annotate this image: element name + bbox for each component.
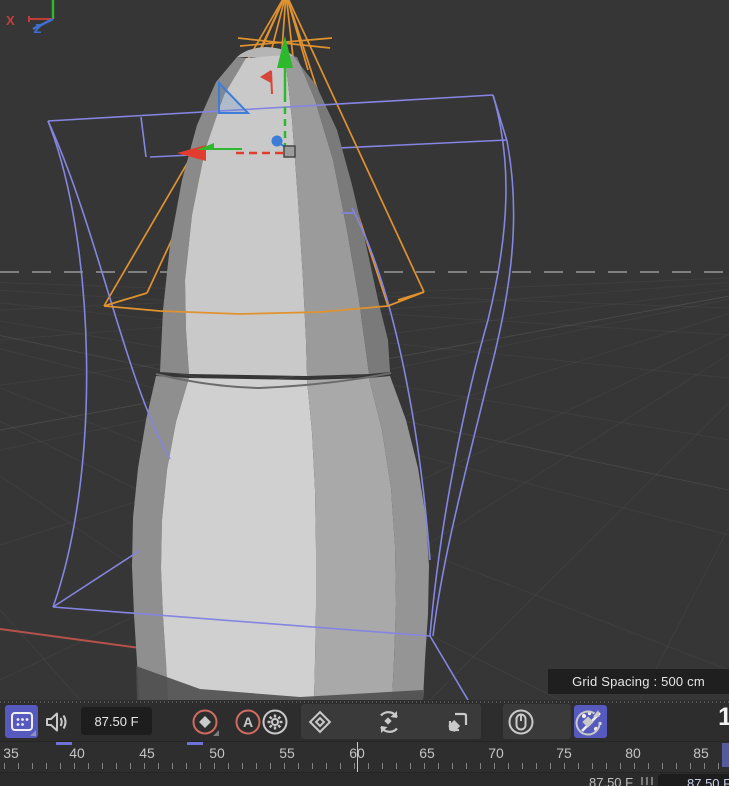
ruler-label: 40	[69, 745, 85, 761]
rotation-keyframe-button[interactable]	[372, 705, 405, 738]
autokey-letter: A	[242, 714, 252, 730]
keyframe-settings-button[interactable]	[258, 705, 291, 738]
viewport-canvas	[0, 0, 729, 700]
preview-end-value: 87.50 F	[687, 776, 729, 786]
autokey-mouse-icon	[508, 709, 533, 734]
grid-spacing-hud: Grid Spacing : 500 cm	[548, 669, 729, 694]
current-frame-value: 87.50 F	[94, 713, 139, 729]
rotation-keyframe-icon	[379, 710, 398, 733]
ruler-label: 85	[693, 745, 709, 761]
ruler-label: 75	[556, 745, 572, 761]
keyframe-preset-icon	[575, 709, 601, 735]
submenu-corner	[213, 730, 219, 736]
application-window: X Z Grid Spacing : 500 cm 87.50 F A 1 35…	[0, 0, 729, 786]
gizmo-origin-handle[interactable]	[283, 145, 296, 158]
3d-viewport[interactable]: X Z Grid Spacing : 500 cm	[0, 0, 729, 700]
timeline-playhead[interactable]	[357, 742, 358, 772]
timeline-ruler[interactable]: 35 40 45 50 55 60 65 70 75 80 85	[0, 741, 729, 772]
position-keyframe-icon	[308, 710, 331, 733]
world-axis-indicator: X Z	[6, 0, 55, 36]
ruler-label: 80	[625, 745, 641, 761]
animation-toolbar: 87.50 F A 1	[0, 700, 729, 741]
speaker-icon	[45, 712, 66, 731]
current-frame-field[interactable]: 87.50 F	[81, 707, 152, 735]
ruler-label: 45	[139, 745, 155, 761]
timeline-marker[interactable]	[187, 742, 203, 745]
axis-x-label: X	[6, 13, 15, 28]
axis-z-label: Z	[33, 21, 43, 36]
sound-button[interactable]	[40, 705, 73, 738]
preview-end-field[interactable]: 87.50 F	[658, 774, 729, 786]
ruler-label: 65	[419, 745, 435, 761]
ruler-label: 70	[488, 745, 504, 761]
submenu-corner	[30, 730, 36, 736]
ruler-label: 35	[3, 745, 19, 761]
ruler-label: 50	[209, 745, 225, 761]
record-keyframe-button[interactable]	[188, 705, 221, 738]
ruler-label: 55	[279, 745, 295, 761]
ruler-ticks	[4, 763, 729, 769]
x-axis-ground-line	[0, 628, 141, 649]
grid-spacing-label: Grid Spacing : 500 cm	[572, 674, 705, 689]
overflow-frame-digit: 1	[718, 703, 729, 731]
preview-start-value: 87.50 F	[589, 775, 634, 786]
solo-camera-button[interactable]	[5, 705, 38, 738]
keyframe-preset-button[interactable]	[571, 705, 604, 738]
position-keyframe-button[interactable]	[303, 705, 336, 738]
keyframe-settings-gear-icon	[262, 709, 287, 734]
scale-keyframe-button[interactable]	[441, 705, 474, 738]
autokey-mode-panel	[503, 704, 601, 739]
keyframe-filter-panel	[301, 704, 607, 739]
autokey-mouse-button[interactable]	[504, 705, 537, 738]
scale-keyframe-icon	[447, 712, 467, 732]
timeline-edge-marker	[722, 743, 729, 767]
